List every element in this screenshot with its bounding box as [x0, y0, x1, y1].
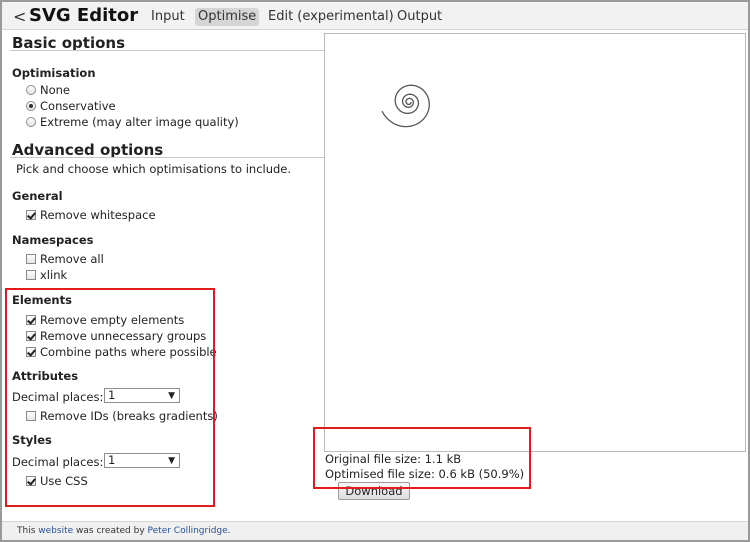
checkbox[interactable]	[26, 411, 36, 421]
footer: This website was created by Peter Collin…	[2, 521, 748, 540]
radio-none[interactable]: None	[26, 83, 70, 97]
remove-empty-elements-label: Remove empty elements	[40, 313, 185, 327]
remove-all-label: Remove all	[40, 252, 104, 266]
radio-extreme[interactable]: Extreme (may alter image quality)	[26, 115, 239, 129]
xlink-label: xlink	[40, 268, 68, 282]
checkbox[interactable]	[26, 254, 36, 264]
remove-empty-elements-option[interactable]: Remove empty elements	[26, 313, 184, 327]
styles-label: Styles	[12, 433, 52, 447]
back-icon[interactable]: <	[13, 7, 26, 26]
remove-ids-option[interactable]: Remove IDs (breaks gradients)	[26, 409, 218, 423]
attributes-decimal-places-label: Decimal places:	[12, 390, 104, 404]
footer-author-link[interactable]: Peter Collingridge	[148, 526, 228, 536]
attributes-label: Attributes	[12, 369, 79, 383]
radio-conservative-label: Conservative	[40, 99, 116, 113]
checkbox[interactable]	[26, 315, 36, 325]
remove-whitespace-label: Remove whitespace	[40, 208, 156, 222]
footer-middle: was created by	[76, 526, 145, 536]
checkbox[interactable]	[26, 347, 36, 357]
radio-button[interactable]	[26, 85, 36, 95]
tab-edit-experimental[interactable]: Edit (experimental)	[265, 8, 397, 26]
footer-suffix: .	[227, 526, 231, 536]
checkbox[interactable]	[26, 270, 36, 280]
remove-whitespace-option[interactable]: Remove whitespace	[26, 208, 156, 222]
radio-extreme-label: Extreme (may alter image quality)	[40, 115, 239, 129]
select-value: 1	[108, 453, 116, 467]
divider	[10, 157, 326, 158]
use-css-label: Use CSS	[40, 474, 88, 488]
select-value: 1	[108, 388, 116, 402]
options-panel: Basic options Optimisation None Conserva…	[2, 31, 326, 521]
combine-paths-option[interactable]: Combine paths where possible	[26, 345, 217, 359]
optimised-file-size: Optimised file size: 0.6 kB (50.9%)	[325, 467, 525, 481]
checkbox[interactable]	[26, 210, 36, 220]
remove-all-namespaces-option[interactable]: Remove all	[26, 252, 104, 266]
tab-optimise[interactable]: Optimise	[195, 8, 260, 26]
radio-none-label: None	[40, 83, 71, 97]
attributes-decimal-places-select[interactable]: 1 ▼	[104, 388, 180, 403]
radio-button[interactable]	[26, 117, 36, 127]
remove-ids-label: Remove IDs (breaks gradients)	[40, 409, 218, 423]
app-title: SVG Editor	[29, 5, 139, 26]
use-css-option[interactable]: Use CSS	[26, 474, 88, 488]
xlink-option[interactable]: xlink	[26, 268, 67, 282]
divider	[10, 50, 326, 51]
tab-output[interactable]: Output	[394, 8, 445, 26]
styles-decimal-places-label: Decimal places:	[12, 455, 104, 469]
advanced-description: Pick and choose which optimisations to i…	[16, 162, 292, 176]
svg-preview	[324, 33, 746, 452]
footer-prefix: This	[17, 526, 36, 536]
tab-input[interactable]: Input	[148, 8, 188, 26]
download-button[interactable]: Download	[338, 482, 410, 500]
radio-conservative[interactable]: Conservative	[26, 99, 116, 113]
checkbox[interactable]	[26, 331, 36, 341]
remove-unnecessary-groups-option[interactable]: Remove unnecessary groups	[26, 329, 206, 343]
triangle-down-icon: ▼	[168, 456, 175, 466]
optimisation-label: Optimisation	[12, 66, 96, 80]
original-file-size: Original file size: 1.1 kB	[325, 452, 462, 466]
triangle-down-icon: ▼	[168, 391, 175, 401]
namespaces-label: Namespaces	[12, 233, 94, 247]
spiral-path	[381, 84, 430, 128]
radio-button[interactable]	[26, 101, 36, 111]
remove-unnecessary-groups-label: Remove unnecessary groups	[40, 329, 207, 343]
combine-paths-label: Combine paths where possible	[40, 345, 217, 359]
styles-decimal-places-select[interactable]: 1 ▼	[104, 453, 180, 468]
elements-label: Elements	[12, 293, 72, 307]
checkbox[interactable]	[26, 476, 36, 486]
general-label: General	[12, 189, 63, 203]
footer-website-link[interactable]: website	[38, 526, 73, 536]
app-header: < SVG Editor Input Optimise Edit (experi…	[2, 2, 748, 30]
spiral-graphic	[381, 84, 430, 128]
